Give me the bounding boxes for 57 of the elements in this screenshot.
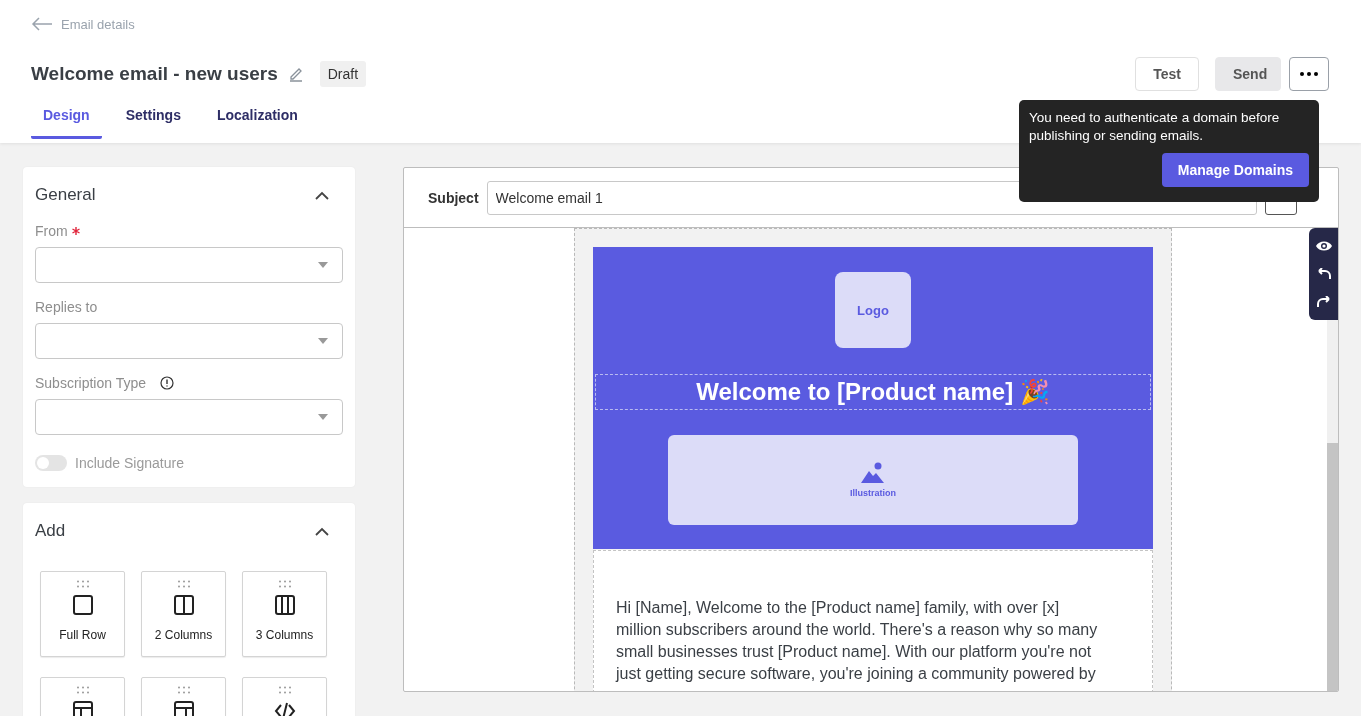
undo-icon[interactable] (1315, 268, 1332, 280)
layout-icon (172, 594, 195, 616)
email-title: Welcome email - new users (31, 63, 278, 85)
code-icon (273, 700, 296, 716)
drag-handle-icon (75, 686, 90, 694)
drag-handle-icon (277, 686, 292, 694)
dropdown-caret-icon (318, 262, 328, 268)
back-arrow-icon (31, 17, 53, 31)
layout-icon (71, 594, 94, 616)
panel-title: General (35, 185, 96, 205)
block-label: 2 Columns (154, 628, 213, 642)
drag-handle-icon (277, 580, 292, 588)
status-badge: Draft (319, 61, 367, 87)
illustration-text: Illustration (850, 488, 896, 498)
tab[interactable]: Settings (113, 97, 193, 139)
redo-icon[interactable] (1315, 296, 1332, 308)
layout-icon (71, 700, 94, 716)
info-icon[interactable] (160, 376, 175, 390)
layout-block[interactable]: 3 Columns (242, 571, 327, 657)
toggle-label: Include Signature (75, 455, 184, 471)
action-button[interactable]: Test (1135, 57, 1199, 91)
tab[interactable]: Design (31, 97, 102, 139)
image-icon (861, 462, 885, 484)
edit-icon[interactable] (287, 66, 304, 82)
field-label: Replies to (35, 299, 98, 315)
eye-icon[interactable] (1314, 240, 1333, 252)
chevron-icon[interactable] (315, 190, 329, 200)
scrollbar[interactable] (1327, 320, 1338, 691)
drag-handle-icon (176, 580, 191, 588)
field-label: Subscription Type (35, 375, 147, 391)
tooltip-message: You need to authenticate a domain before publishing or sending emails. (1029, 109, 1281, 145)
layout-block[interactable]: 2 Columns (141, 571, 226, 657)
more-button[interactable] (1289, 57, 1329, 91)
layout-icon (273, 594, 296, 616)
dropdown-field[interactable] (35, 247, 343, 283)
logo-text: Logo (857, 302, 889, 318)
dropdown-caret-icon (318, 414, 328, 420)
layout-block[interactable]: Full Row (40, 571, 125, 657)
chevron-icon[interactable] (315, 526, 329, 536)
subject-label: Subject (428, 189, 479, 206)
more-icon (1300, 72, 1318, 76)
dropdown-field[interactable] (35, 323, 343, 359)
dropdown-caret-icon (318, 338, 328, 344)
email-body-text: Hi [Name], Welcome to the [Product name] family, with over [x] million subscribers around the world. There's a reason why so many small businesses trust [Product name]. With our platform you're not just getting secure software, you're joining a community powered by (616, 598, 1099, 684)
panel-title: Add (35, 521, 66, 541)
field-label: From (35, 223, 68, 239)
email-heading[interactable]: Welcome to [Product name] 🎉 (595, 374, 1151, 410)
drag-handle-icon (176, 686, 191, 694)
action-button[interactable]: Send (1215, 57, 1281, 91)
tab[interactable]: Localization (204, 97, 310, 139)
block-label: Full Row (59, 628, 106, 642)
manage-domains-button[interactable]: Manage Domains (1161, 153, 1309, 187)
block-label: 3 Columns (255, 628, 314, 642)
layout-icon (172, 700, 195, 716)
toggle-switch[interactable] (35, 455, 67, 471)
drag-handle-icon (75, 580, 90, 588)
dropdown-field[interactable] (35, 399, 343, 435)
